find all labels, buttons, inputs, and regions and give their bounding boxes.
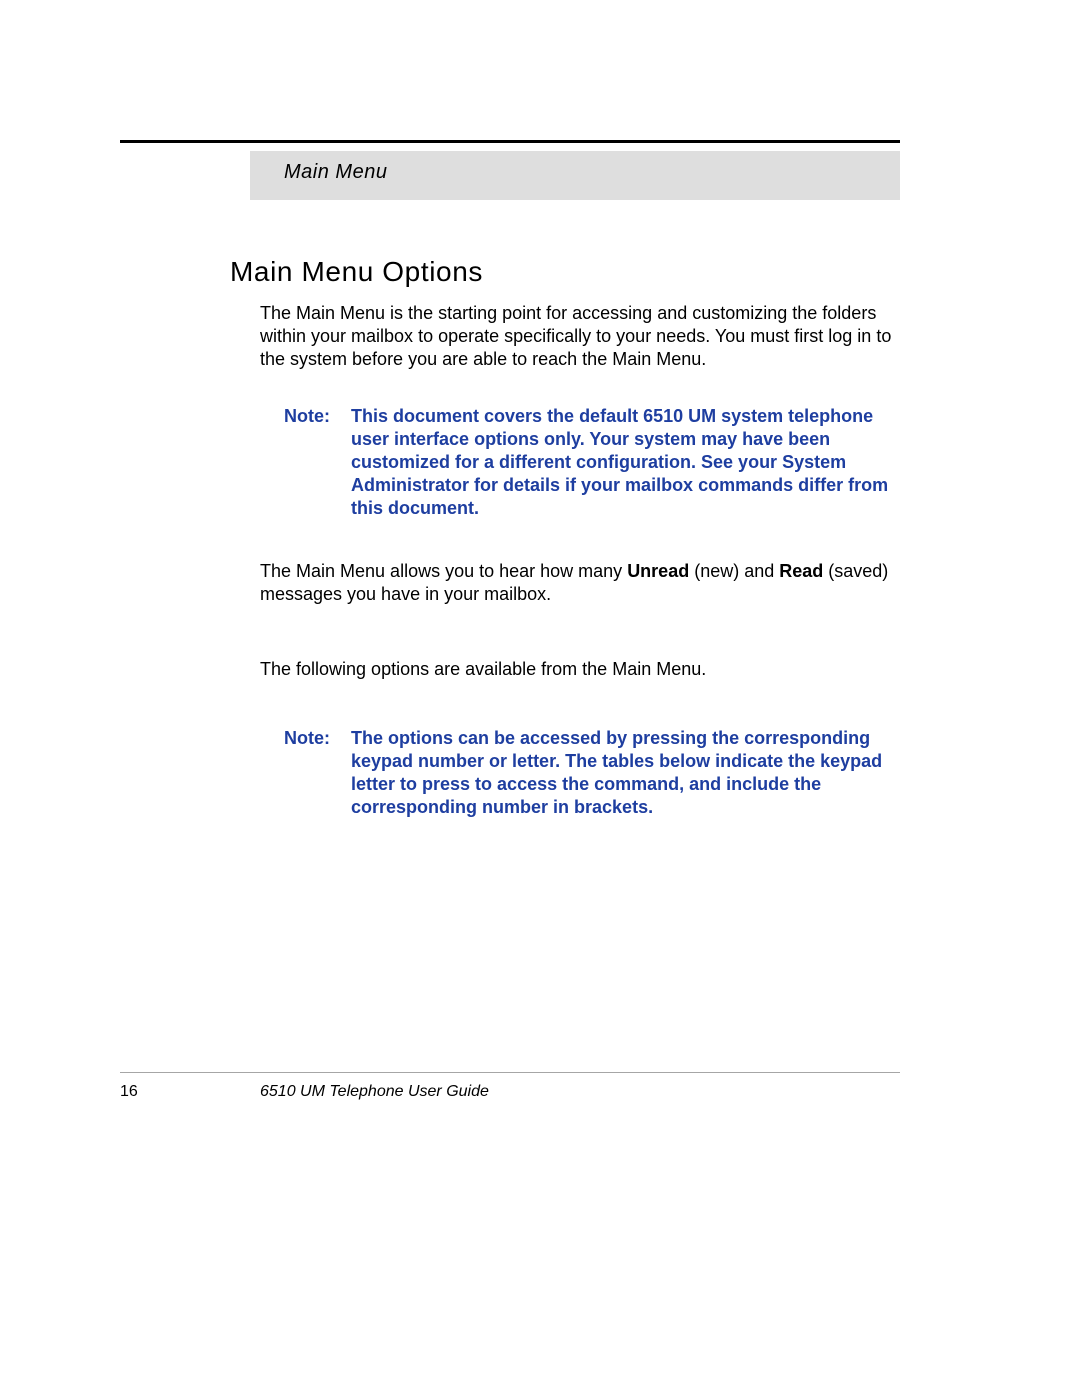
text-fragment: (new) and (689, 561, 779, 581)
note-block-1: Note: This document covers the default 6… (284, 405, 900, 520)
note-label: Note: (284, 405, 346, 428)
paragraph-options-available: The following options are available from… (260, 658, 900, 681)
intro-paragraph: The Main Menu is the starting point for … (260, 302, 900, 371)
top-rule (120, 140, 900, 143)
note-label: Note: (284, 727, 346, 750)
note-text: The options can be accessed by pressing … (351, 727, 897, 819)
bold-unread: Unread (627, 561, 689, 581)
document-title: 6510 UM Telephone User Guide (260, 1083, 489, 1101)
page-footer: 16 6510 UM Telephone User Guide (120, 1072, 900, 1101)
footer-rule (120, 1072, 900, 1073)
note-block-2: Note: The options can be accessed by pre… (284, 727, 900, 819)
bold-read: Read (779, 561, 823, 581)
content-area: Main Menu Options The Main Menu is the s… (230, 200, 900, 819)
page-heading: Main Menu Options (230, 256, 900, 288)
paragraph-unread-read: The Main Menu allows you to hear how man… (260, 560, 900, 606)
note-text: This document covers the default 6510 UM… (351, 405, 897, 520)
footer-row: 16 6510 UM Telephone User Guide (120, 1083, 900, 1101)
document-page: Main Menu Main Menu Options The Main Men… (0, 0, 1080, 1397)
section-title: Main Menu (284, 161, 387, 183)
section-header-bar: Main Menu (250, 151, 900, 200)
page-number: 16 (120, 1083, 230, 1101)
body-block: The Main Menu is the starting point for … (260, 302, 900, 819)
text-fragment: The Main Menu allows you to hear how man… (260, 561, 627, 581)
